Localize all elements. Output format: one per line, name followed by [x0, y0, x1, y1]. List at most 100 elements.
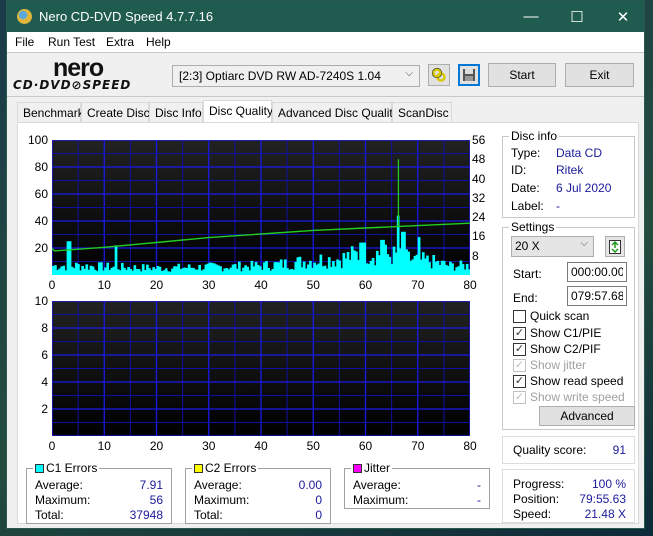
y-tick-right: 8: [472, 248, 479, 263]
app-icon: [17, 9, 32, 24]
c2-average-value: 0.00: [298, 478, 322, 492]
position-label: Position:: [513, 492, 560, 506]
c1-total-label: Total:: [35, 508, 64, 522]
y-tick-right: 32: [472, 190, 486, 205]
c2-errors-group: C2 Errors Average: 0.00 Maximum: 0 Total…: [185, 461, 331, 524]
speed-select[interactable]: 20 X ⌵: [511, 236, 594, 257]
progress-label: Progress:: [513, 477, 565, 491]
c1-maximum-label: Maximum:: [35, 493, 91, 507]
x-tick: 0: [48, 278, 56, 292]
x-tick: 80: [463, 278, 477, 292]
type-label: Type:: [511, 146, 541, 160]
y-tick-right: 48: [472, 152, 486, 167]
jitter-average-value: -: [477, 478, 481, 492]
y-tick-right: 56: [472, 133, 486, 147]
advanced-button[interactable]: Advanced: [539, 406, 635, 426]
save-button[interactable]: [458, 64, 480, 86]
jitter-maximum-label: Maximum:: [353, 493, 409, 507]
tab-disc-info[interactable]: Disc Info: [149, 102, 203, 122]
quality-score-group: Quality score: 91: [502, 436, 635, 464]
y-tick-left: 100: [27, 133, 48, 147]
settings-group: Settings 20 X ⌵ Start: End: Quick scan ✓…: [502, 220, 635, 430]
c2-color-swatch: [194, 464, 203, 473]
title-bar: Nero CD-DVD Speed 4.7.7.16 — ☐ ✕: [7, 1, 644, 32]
menu-file[interactable]: File: [15, 35, 34, 49]
c1-bar: [467, 269, 470, 275]
id-value: Ritek: [556, 163, 584, 177]
c2-errors-title: C2 Errors: [192, 461, 259, 475]
chevron-down-icon: ⌵: [580, 238, 588, 249]
start-button[interactable]: Start: [488, 63, 556, 87]
start-time-input[interactable]: [567, 262, 627, 282]
c2-total-value: 0: [315, 508, 322, 522]
progress-value: 100 %: [591, 477, 626, 491]
tab-disc-quality[interactable]: Disc Quality: [203, 100, 273, 123]
show-c2-checkbox[interactable]: ✓ Show C2/PIF: [513, 342, 601, 356]
x-tick: 30: [202, 278, 216, 292]
x-tick: 70: [411, 278, 425, 292]
c2-maximum-label: Maximum:: [194, 493, 250, 507]
label-value: -: [556, 199, 560, 213]
show-jitter-label: Show jitter: [530, 358, 587, 372]
minimize-button[interactable]: —: [508, 1, 554, 32]
tab-create-disc[interactable]: Create Disc: [81, 102, 150, 122]
type-value: Data CD: [556, 146, 603, 160]
settings-title: Settings: [509, 220, 557, 234]
y-tick-left-c2: 8: [41, 321, 48, 335]
tab-benchmark[interactable]: Benchmark: [17, 102, 84, 122]
y-tick-left: 40: [34, 214, 48, 228]
refresh-speed-button[interactable]: [605, 236, 625, 257]
check-icon[interactable]: ✓: [513, 342, 526, 356]
show-c1-checkbox[interactable]: ✓ Show C1/PIE: [513, 326, 601, 340]
jitter-color-swatch: [353, 464, 362, 473]
x-tick-c2: 20: [149, 439, 164, 453]
show-write-speed-checkbox: ✓ Show write speed: [513, 390, 625, 404]
quick-scan-checkbox[interactable]: Quick scan: [513, 309, 589, 323]
logo-speed-text: CD·DVD⊘SPEED: [13, 78, 132, 92]
exit-button[interactable]: Exit: [565, 63, 634, 87]
c2-average-label: Average:: [194, 478, 242, 492]
jitter-group: Jitter Average: - Maximum: -: [344, 461, 490, 509]
checkbox-box[interactable]: [513, 309, 526, 323]
drive-select[interactable]: [2:3] Optiarc DVD RW AD-7240S 1.04 ⌵: [172, 65, 420, 87]
end-time-input[interactable]: [567, 286, 627, 306]
y-tick-right: 40: [472, 171, 486, 186]
c1-title-text: C1 Errors: [46, 461, 98, 475]
y-tick-left: 80: [34, 160, 48, 174]
c2-maximum-value: 0: [315, 493, 322, 507]
c2-title-text: C2 Errors: [205, 461, 257, 475]
check-icon: ✓: [513, 358, 526, 372]
tab-advanced-disc-quality[interactable]: Advanced Disc Quality: [272, 102, 399, 122]
toolbar: nero CD·DVD⊘SPEED [2:3] Optiarc DVD RW A…: [7, 52, 644, 97]
speed-value: 21.48 X: [584, 507, 626, 521]
x-tick: 50: [306, 278, 320, 292]
id-label: ID:: [511, 163, 527, 177]
c1-errors-title: C1 Errors: [33, 461, 100, 475]
start-label: Start:: [513, 267, 542, 281]
tab-scandisc[interactable]: ScanDisc: [392, 102, 452, 122]
show-read-speed-checkbox[interactable]: ✓ Show read speed: [513, 374, 623, 388]
check-icon[interactable]: ✓: [513, 374, 526, 388]
menu-help[interactable]: Help: [146, 35, 171, 49]
c1-maximum-value: 56: [149, 493, 163, 507]
y-tick-left-c2: 4: [41, 375, 48, 389]
c1-total-value: 37948: [129, 508, 163, 522]
menu-run-test[interactable]: Run Test: [48, 35, 95, 49]
disc-quality-panel: Disc info Type: Data CD ID: Ritek Date: …: [17, 122, 639, 524]
label-label: Label:: [511, 199, 544, 213]
quality-score-label: Quality score:: [513, 443, 587, 457]
maximize-button[interactable]: ☐: [554, 1, 600, 32]
drive-select-value: [2:3] Optiarc DVD RW AD-7240S 1.04: [179, 69, 381, 83]
progress-group: Progress: 100 % Position: 79:55.63 Speed…: [502, 469, 635, 523]
refresh-icon: [609, 239, 621, 254]
jitter-maximum-value: -: [477, 493, 481, 507]
x-tick: 40: [254, 278, 268, 292]
disc-info-title: Disc info: [509, 129, 560, 143]
check-icon[interactable]: ✓: [513, 326, 526, 340]
drive-config-button[interactable]: [428, 64, 450, 86]
menu-extra[interactable]: Extra: [106, 35, 134, 49]
x-tick-c2: 50: [306, 439, 320, 453]
close-button[interactable]: ✕: [600, 1, 646, 32]
show-c2-label: Show C2/PIF: [530, 342, 601, 356]
c2-error-chart: [52, 301, 470, 436]
